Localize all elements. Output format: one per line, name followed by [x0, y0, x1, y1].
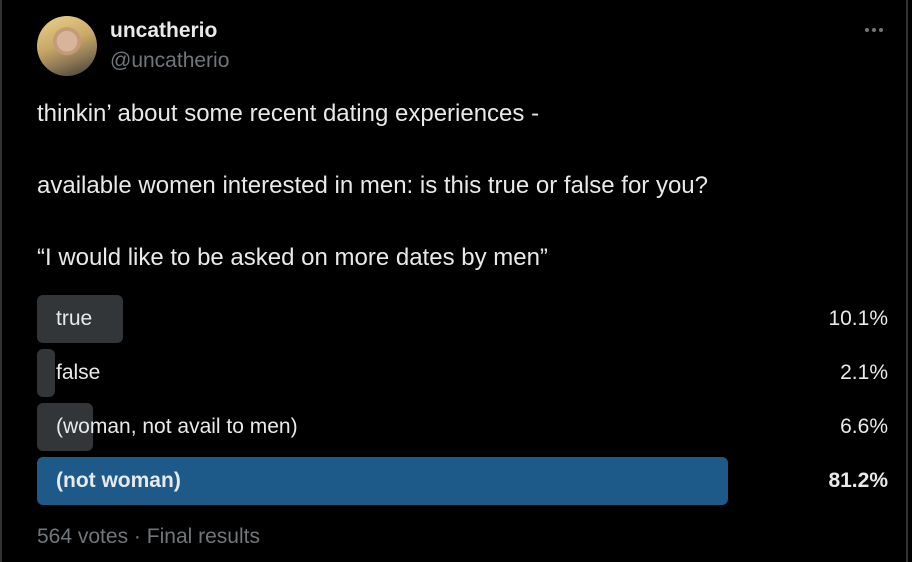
poll-bar [37, 349, 55, 397]
poll-option-true: true 10.1% [37, 295, 888, 343]
poll-status: Final results [146, 525, 260, 548]
poll-option-label: false [56, 361, 101, 384]
more-dots [865, 28, 883, 32]
poll-option-percent: 2.1% [840, 361, 888, 384]
handle[interactable]: @uncatherio [110, 49, 229, 73]
tweet-text-line-3: “I would like to be asked on more dates … [37, 244, 548, 271]
poll-option-woman-not-avail: (woman, not avail to men) 6.6% [37, 403, 888, 451]
poll-option-label: (not woman) [56, 469, 181, 492]
poll-option-label: true [56, 307, 93, 330]
avatar[interactable] [37, 16, 97, 76]
poll-option-percent: 81.2% [828, 469, 888, 492]
separator: · [133, 525, 141, 548]
display-name[interactable]: uncatherio [110, 19, 217, 43]
tweet-text-line-2: available women interested in men: is th… [37, 172, 709, 199]
tweet-text-line-1: thinkin’ about some recent dating experi… [37, 100, 540, 127]
poll-footer: 564 votes · Final results [37, 525, 260, 549]
poll-option-percent: 10.1% [828, 307, 888, 330]
more-horizontal-icon[interactable] [858, 18, 890, 42]
poll-vote-count[interactable]: 564 votes [37, 525, 128, 548]
poll-option-label: (woman, not avail to men) [56, 415, 298, 438]
poll-option-percent: 6.6% [840, 415, 888, 438]
tweet-card: uncatherio @uncatherio thinkin’ about so… [0, 0, 908, 562]
poll-option-not-woman: (not woman) 81.2% [37, 457, 888, 505]
poll-option-false: false 2.1% [37, 349, 888, 397]
